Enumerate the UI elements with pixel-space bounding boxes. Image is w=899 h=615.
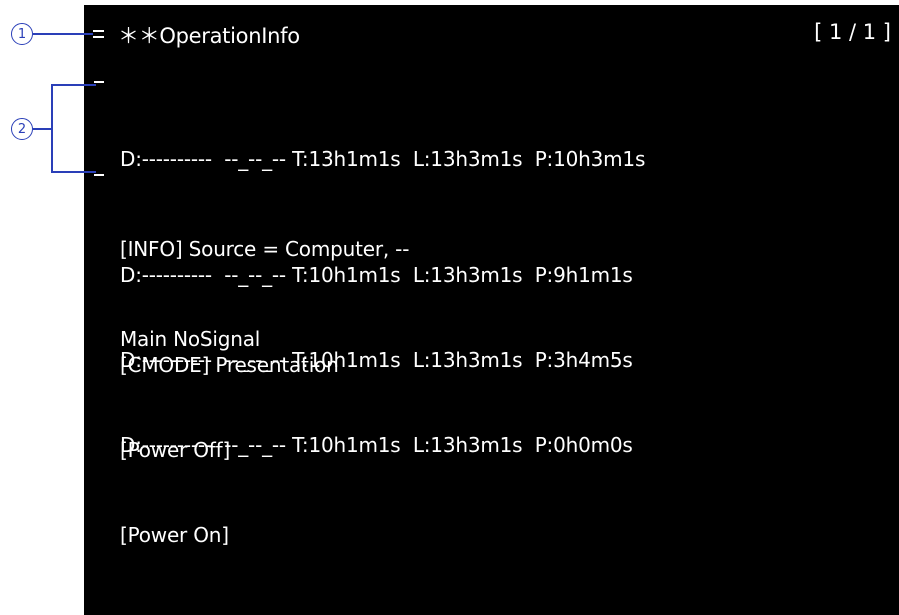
callout-2-bracket: [51, 84, 96, 173]
log-entry-4: D:---------- --_--_-- T:10h1m1s L:13h3m1…: [120, 370, 633, 580]
log-entry-4-event: [Power On]: [120, 523, 229, 547]
page-indicator: [ 1 / 1 ]: [814, 20, 891, 44]
menu-title: ＊＊OperationInfo: [118, 24, 300, 48]
log-entry-1-details: D:---------- --_--_-- T:13h1m1s L:13h3m1…: [120, 147, 646, 171]
log-entry-4-details: D:---------- --_--_-- T:10h1m1s L:13h3m1…: [120, 433, 633, 457]
